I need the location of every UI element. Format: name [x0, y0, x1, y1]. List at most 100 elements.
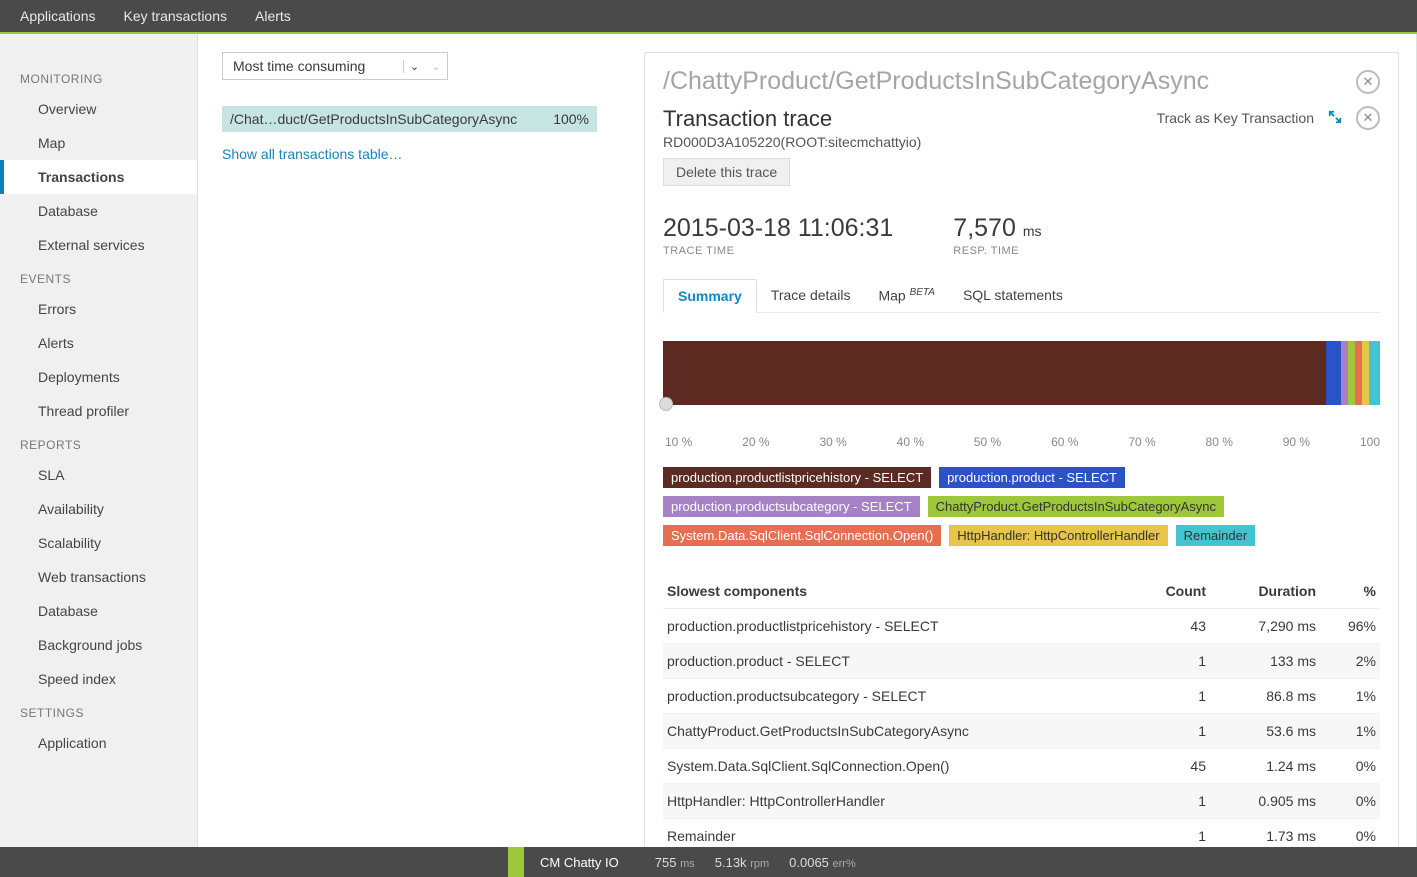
sidebar-item-thread-profiler[interactable]: Thread profiler — [0, 394, 197, 428]
components-table-header: Slowest components Count Duration % — [663, 574, 1380, 609]
legend-chip[interactable]: System.Data.SqlClient.SqlConnection.Open… — [663, 525, 941, 546]
axis-tick: 70 % — [1128, 435, 1155, 449]
sidebar-item-web-transactions[interactable]: Web transactions — [0, 560, 197, 594]
trace-panel: /ChattyProduct/GetProductsInSubCategoryA… — [644, 52, 1399, 867]
sidebar-item-alerts[interactable]: Alerts — [0, 326, 197, 360]
sidebar-item-overview[interactable]: Overview — [0, 92, 197, 126]
cell-name: Remainder — [667, 828, 1136, 844]
axis-tick: 30 % — [819, 435, 846, 449]
close-icon[interactable]: ✕ — [1356, 70, 1380, 94]
cell-pct: 0% — [1316, 828, 1376, 844]
sort-select[interactable]: Most time consuming ⌄ ⌄ — [222, 52, 448, 80]
legend-chip[interactable]: production.product - SELECT — [939, 467, 1125, 488]
accent-bar — [508, 847, 524, 877]
tab-sql-statements[interactable]: SQL statements — [949, 279, 1077, 312]
chart-segment[interactable] — [663, 341, 1326, 405]
cell-pct: 1% — [1316, 723, 1376, 739]
sidebar-item-errors[interactable]: Errors — [0, 292, 197, 326]
top-nav: Applications Key transactions Alerts — [0, 0, 1417, 34]
cell-pct: 0% — [1316, 758, 1376, 774]
close-icon[interactable]: ✕ — [1356, 106, 1380, 130]
legend-chip[interactable]: production.productsubcategory - SELECT — [663, 496, 920, 517]
trace-tabs: Summary Trace details Map BETA SQL state… — [663, 279, 1380, 313]
sidebar-section-label: MONITORING — [0, 62, 197, 92]
transaction-name: /Chat…duct/GetProductsInSubCategoryAsync — [230, 111, 517, 127]
sidebar: MONITORINGOverviewMapTransactionsDatabas… — [0, 34, 198, 847]
cell-duration: 1.24 ms — [1206, 758, 1316, 774]
cell-name: production.productsubcategory - SELECT — [667, 688, 1136, 704]
resp-time-metric: 7,570 ms RESP. TIME — [953, 214, 1041, 257]
table-row[interactable]: ChattyProduct.GetProductsInSubCategoryAs… — [663, 714, 1380, 749]
footer-stat: 0.0065 err% — [789, 855, 856, 870]
chart-segment[interactable] — [1348, 341, 1355, 405]
sidebar-item-database[interactable]: Database — [0, 194, 197, 228]
slider-handle-icon[interactable] — [659, 397, 673, 411]
chevron-down-icon: ⌄ — [425, 60, 447, 73]
axis-tick: 80 % — [1206, 435, 1233, 449]
sidebar-item-deployments[interactable]: Deployments — [0, 360, 197, 394]
sidebar-item-speed-index[interactable]: Speed index — [0, 662, 197, 696]
col-name: Slowest components — [667, 583, 1136, 599]
table-row[interactable]: HttpHandler: HttpControllerHandler10.905… — [663, 784, 1380, 819]
trace-time-metric: 2015-03-18 11:06:31 TRACE TIME — [663, 214, 893, 257]
sidebar-item-background-jobs[interactable]: Background jobs — [0, 628, 197, 662]
sidebar-item-availability[interactable]: Availability — [0, 492, 197, 526]
chart-segment[interactable] — [1341, 341, 1348, 405]
panel-subtitle: Transaction trace — [663, 106, 921, 132]
track-key-transaction-link[interactable]: Track as Key Transaction — [1157, 110, 1314, 126]
cell-name: HttpHandler: HttpControllerHandler — [667, 793, 1136, 809]
sidebar-item-database[interactable]: Database — [0, 594, 197, 628]
transaction-row[interactable]: /Chat…duct/GetProductsInSubCategoryAsync… — [222, 106, 597, 132]
chart-segment[interactable] — [1369, 341, 1380, 405]
table-row[interactable]: production.product - SELECT1133 ms2% — [663, 644, 1380, 679]
nav-alerts[interactable]: Alerts — [255, 8, 309, 24]
sidebar-item-sla[interactable]: SLA — [0, 458, 197, 492]
table-row[interactable]: production.productlistpricehistory - SEL… — [663, 609, 1380, 644]
col-duration: Duration — [1206, 583, 1316, 599]
cell-pct: 1% — [1316, 688, 1376, 704]
panel-title: /ChattyProduct/GetProductsInSubCategoryA… — [663, 67, 1209, 96]
cell-name: ChattyProduct.GetProductsInSubCategoryAs… — [667, 723, 1136, 739]
nav-applications[interactable]: Applications — [20, 8, 114, 24]
tab-map[interactable]: Map BETA — [864, 279, 949, 312]
cell-pct: 2% — [1316, 653, 1376, 669]
axis-tick: 50 % — [974, 435, 1001, 449]
nav-key-transactions[interactable]: Key transactions — [124, 8, 246, 24]
cell-count: 43 — [1136, 618, 1206, 634]
chart-segment[interactable] — [1362, 341, 1369, 405]
cell-duration: 133 ms — [1206, 653, 1316, 669]
sidebar-item-scalability[interactable]: Scalability — [0, 526, 197, 560]
cell-name: production.productlistpricehistory - SEL… — [667, 618, 1136, 634]
sidebar-item-external-services[interactable]: External services — [0, 228, 197, 262]
col-count: Count — [1136, 583, 1206, 599]
sidebar-section-label: EVENTS — [0, 262, 197, 292]
legend-chip[interactable]: HttpHandler: HttpControllerHandler — [949, 525, 1167, 546]
cell-duration: 1.73 ms — [1206, 828, 1316, 844]
cell-duration: 0.905 ms — [1206, 793, 1316, 809]
legend-chip[interactable]: ChattyProduct.GetProductsInSubCategoryAs… — [928, 496, 1224, 517]
chart-segment[interactable] — [1355, 341, 1362, 405]
footer-stat: 755 ms — [655, 855, 695, 870]
cell-duration: 86.8 ms — [1206, 688, 1316, 704]
tab-summary[interactable]: Summary — [663, 279, 757, 313]
sidebar-item-transactions[interactable]: Transactions — [0, 160, 197, 194]
chart-legend: production.productlistpricehistory - SEL… — [663, 467, 1380, 546]
sidebar-section-label: REPORTS — [0, 428, 197, 458]
table-row[interactable]: System.Data.SqlClient.SqlConnection.Open… — [663, 749, 1380, 784]
cell-count: 1 — [1136, 793, 1206, 809]
sidebar-item-map[interactable]: Map — [0, 126, 197, 160]
delete-trace-button[interactable]: Delete this trace — [663, 158, 790, 186]
sidebar-item-application[interactable]: Application — [0, 726, 197, 760]
expand-icon[interactable] — [1328, 110, 1342, 127]
chart-segment[interactable] — [1326, 341, 1340, 405]
legend-chip[interactable]: Remainder — [1176, 525, 1256, 546]
tab-trace-details[interactable]: Trace details — [757, 279, 865, 312]
chevron-down-icon: ⌄ — [403, 60, 425, 73]
cell-name: System.Data.SqlClient.SqlConnection.Open… — [667, 758, 1136, 774]
table-row[interactable]: production.productsubcategory - SELECT18… — [663, 679, 1380, 714]
legend-chip[interactable]: production.productlistpricehistory - SEL… — [663, 467, 931, 488]
cell-name: production.product - SELECT — [667, 653, 1136, 669]
trace-root: RD000D3A105220(ROOT:sitecmchattyio) — [663, 134, 921, 150]
show-all-link[interactable]: Show all transactions table… — [222, 146, 403, 162]
cell-count: 1 — [1136, 828, 1206, 844]
